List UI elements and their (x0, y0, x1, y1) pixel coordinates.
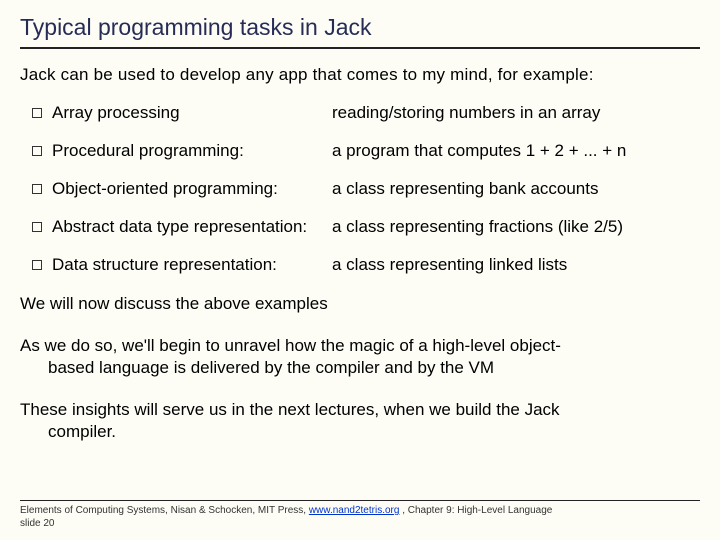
bullet-desc: reading/storing numbers in an array (332, 103, 700, 123)
square-bullet-icon (32, 222, 42, 232)
bullet-term: Data structure representation: (52, 255, 332, 275)
para-line: compiler. (48, 421, 700, 443)
bullet-term: Object-oriented programming: (52, 179, 332, 199)
bullet-desc: a class representing linked lists (332, 255, 700, 275)
slide-footer: Elements of Computing Systems, Nisan & S… (20, 500, 700, 530)
paragraph: These insights will serve us in the next… (20, 399, 700, 443)
para-line: As we do so, we'll begin to unravel how … (20, 336, 561, 355)
list-item: Procedural programming: a program that c… (32, 141, 700, 161)
paragraph: As we do so, we'll begin to unravel how … (20, 335, 700, 379)
para-line: These insights will serve us in the next… (20, 400, 560, 419)
bullet-term: Abstract data type representation: (52, 217, 332, 237)
para-line: based language is delivered by the compi… (48, 357, 700, 379)
footer-prefix: Elements of Computing Systems, Nisan & S… (20, 505, 309, 516)
bullet-list: Array processing reading/storing numbers… (32, 103, 700, 275)
list-item: Array processing reading/storing numbers… (32, 103, 700, 123)
bullet-desc: a class representing bank accounts (332, 179, 700, 199)
square-bullet-icon (32, 108, 42, 118)
intro-text: Jack can be used to develop any app that… (20, 65, 700, 85)
footer-link[interactable]: www.nand2tetris.org (309, 505, 400, 516)
bullet-term: Procedural programming: (52, 141, 332, 161)
bullet-desc: a program that computes 1 + 2 + ... + n (332, 141, 700, 161)
bullet-desc: a class representing fractions (like 2/5… (332, 217, 700, 237)
paragraph: We will now discuss the above examples (20, 293, 700, 315)
slide-title: Typical programming tasks in Jack (20, 14, 700, 49)
bullet-term: Array processing (52, 103, 332, 123)
square-bullet-icon (32, 184, 42, 194)
footer-suffix: , Chapter 9: High-Level Language (399, 505, 552, 516)
list-item: Data structure representation: a class r… (32, 255, 700, 275)
square-bullet-icon (32, 260, 42, 270)
slide-number: slide 20 (20, 518, 54, 529)
list-item: Abstract data type representation: a cla… (32, 217, 700, 237)
list-item: Object-oriented programming: a class rep… (32, 179, 700, 199)
square-bullet-icon (32, 146, 42, 156)
